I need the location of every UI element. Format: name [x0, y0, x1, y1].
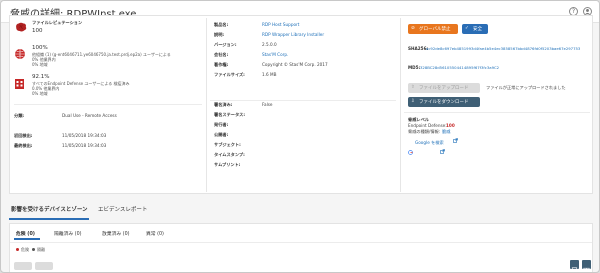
- signed-label: 署名済み:: [214, 102, 233, 107]
- version-label: バージョン:: [214, 42, 237, 47]
- upload-note: ファイルが正常にアップロードされました: [486, 85, 566, 90]
- threat-type-label: 脅威の種類/情報:: [408, 129, 441, 134]
- download-file-button[interactable]: ⇩ ファイルをダウンロード: [408, 97, 480, 107]
- globe-icon: [14, 45, 26, 64]
- last-seen-label: 最終検出:: [14, 143, 33, 148]
- version-value: 2.5.0.0: [262, 42, 277, 47]
- google-external-link-icon[interactable]: [440, 139, 445, 158]
- thumbprint-label: サムプリント:: [214, 162, 241, 167]
- quarantine-legend-label: 隔離: [37, 247, 45, 252]
- subject-label: サブジェクト:: [214, 142, 241, 147]
- threat-level-source-label: Endpoint Defense:: [408, 123, 447, 128]
- active-subtab-indicator: [14, 238, 40, 240]
- subtab-anomaly[interactable]: 異常 (0): [146, 230, 164, 237]
- company-value[interactable]: Stas'M Corp.: [262, 52, 288, 57]
- category-label: 分類:: [14, 113, 25, 118]
- detection-percent: 92.1%: [32, 74, 50, 80]
- quarantine-legend-dot: [32, 248, 35, 251]
- main-tabs: 影響を受けるデバイスとゾーン エビデンスレポート: [1, 199, 599, 221]
- danger-legend-label: 危険: [21, 247, 29, 252]
- signed-value: False: [262, 102, 273, 107]
- danger-legend-dot: [16, 248, 19, 251]
- action-button-2[interactable]: [35, 262, 53, 270]
- sha256-value[interactable]: ac92de8c697eb4851993d4fae4b5e4ec3858567b…: [426, 46, 580, 51]
- reputation-label: ファイルレピュテーション: [32, 20, 83, 25]
- global-ban-button[interactable]: ⊘ グローバル禁止: [408, 24, 458, 34]
- subtab-quarantined[interactable]: 隔離済み (0): [54, 230, 82, 237]
- copyright-label: 著作権:: [214, 62, 229, 67]
- copyright-value: Copyright © Stas'M Corp. 2017: [262, 62, 328, 67]
- column-divider-1: [206, 18, 207, 192]
- action-button-1[interactable]: [14, 262, 32, 270]
- app-window: 脅威の詳細: RDPWInst.exe ? ファイルレピュテーション 100 1…: [0, 0, 600, 273]
- description-value[interactable]: RDP Wrapper Library Installer: [262, 32, 324, 37]
- company-label: 会社名:: [214, 52, 229, 57]
- category-value: Dual Use - Remote Access: [62, 113, 117, 118]
- md5-value[interactable]: 328BC28d56105504414895f67f3fc3a9C2: [420, 65, 499, 70]
- external-link-icon[interactable]: [453, 128, 458, 147]
- first-seen-label: 初回検出:: [14, 133, 33, 138]
- ban-icon: ⊘: [411, 26, 415, 31]
- md5-label: MD5:: [408, 65, 421, 70]
- tab-affected-devices[interactable]: 影響を受けるデバイスとゾーン: [11, 205, 88, 213]
- product-name-value[interactable]: RDP Host Support: [262, 22, 299, 27]
- column-divider-2: [400, 18, 401, 192]
- safe-button[interactable]: ✓ 安全: [462, 24, 488, 34]
- timestamp-label: タイムスタンプ:: [214, 152, 245, 157]
- issuer-label: 発行者:: [214, 122, 229, 127]
- brain-icon: [14, 18, 28, 37]
- threat-type-value[interactable]: 脆威: [442, 129, 450, 135]
- google-icon: [408, 140, 413, 159]
- middle-divider: [210, 100, 396, 101]
- download-icon: ⇩: [411, 99, 415, 104]
- check-icon: ✓: [465, 26, 469, 31]
- prevalence-line3: 0% 地域: [32, 62, 48, 67]
- description-label: 説明:: [214, 32, 225, 37]
- columns-icon[interactable]: [582, 260, 591, 272]
- upload-file-button[interactable]: ⇧ ファイルをアップロード: [408, 83, 480, 93]
- threat-details-panel: ファイルレピュテーション 100 100% 他組織 (1) (g-ent6046…: [9, 15, 593, 194]
- first-seen-value: 11/05/2018 19:34:03: [62, 133, 107, 138]
- publisher-label: 公開者:: [214, 132, 229, 137]
- last-seen-value: 11/05/2018 19:34:03: [62, 143, 107, 148]
- file-size-label: ファイルサイズ:: [214, 72, 245, 77]
- upload-icon: ⇧: [411, 85, 415, 90]
- export-csv-icon[interactable]: [570, 260, 579, 272]
- reputation-value: 100: [32, 28, 43, 34]
- active-tab-indicator: [9, 218, 89, 220]
- subtab-divider: [10, 242, 592, 243]
- file-size-value: 1.6 MB: [262, 72, 277, 77]
- building-icon: [14, 74, 25, 93]
- left-divider: [14, 104, 202, 105]
- right-divider: [404, 112, 590, 113]
- subtab-waived[interactable]: 放棄済み (0): [102, 230, 130, 237]
- prevalence-percent: 100%: [32, 45, 48, 51]
- sign-status-label: 署名ステータス:: [214, 112, 245, 117]
- subtab-danger[interactable]: 危険 (0): [16, 230, 35, 237]
- product-name-label: 製品名:: [214, 22, 229, 27]
- detection-line3: 0% 地域: [32, 91, 48, 96]
- tab-evidence-report[interactable]: エビデンスレポート: [98, 205, 147, 213]
- device-list-panel: 危険 (0) 隔離済み (0) 放棄済み (0) 異常 (0) 危険 隔離: [9, 223, 593, 272]
